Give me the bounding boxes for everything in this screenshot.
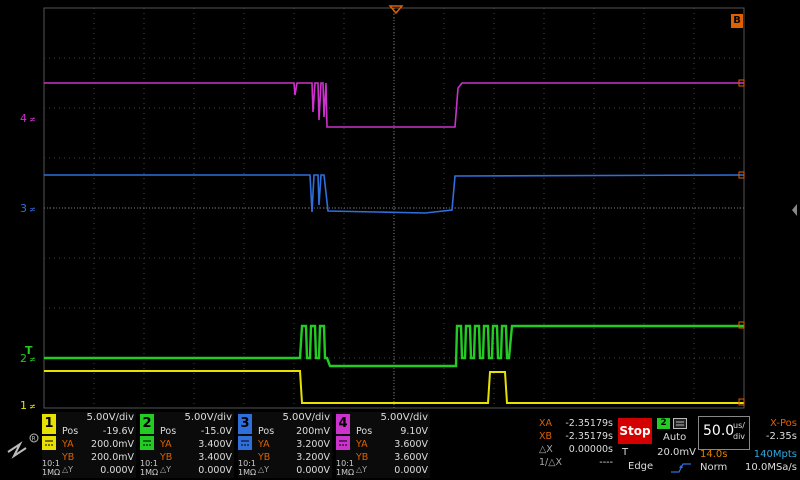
position-row: Pos -15.0V [160,426,232,437]
sample-rate: 10.0MSa/s [745,462,797,473]
svg-text:≠: ≠ [29,115,36,124]
probe-impedance: 10:1 1MΩ [140,459,159,477]
dy-row: △Y 0.000V [258,465,330,476]
run-stop-button[interactable]: Stop [618,418,652,444]
vertical-scale: 5.00V/div [380,412,428,423]
position-row: Pos 200mV [258,426,330,437]
zlg-logo-icon: R [7,433,39,459]
channel-3-info-box[interactable]: 3 5.00V/div Pos 200mV YA 3.200V YB 3.200V △Y 0.00… [238,412,332,478]
cursor-xa-row: XA -2.35179s [539,418,613,429]
timebase-panel[interactable]: 50.0 us/ div X-Pos -2.35s 14.0s 140Mpts … [698,416,798,476]
coupling-icon [238,436,252,450]
b-indicator-badge: B [731,14,743,28]
memory-depth: 140Mpts [753,449,797,460]
position-row: Pos -19.6V [62,426,134,437]
trigger-source-badge: 2 [657,418,670,429]
svg-text:3: 3 [20,202,27,215]
channel-4-marker[interactable]: 4 ≠ [20,112,36,125]
svg-text:≠: ≠ [29,205,36,214]
channel-number-badge: 4 [336,414,350,434]
record-time: 14.0s [700,449,728,460]
yb-row: YB 3.200V [258,452,330,463]
probe-impedance: 10:1 1MΩ [42,459,61,477]
trigger-level-row: T 20.0mV [622,447,696,458]
yb-row: YB 3.400V [160,452,232,463]
channel-number-badge: 1 [42,414,56,434]
probe-impedance: 10:1 1MΩ [336,459,355,477]
coupling-icon [140,436,154,450]
ya-row: YA 3.200V [258,439,330,450]
waveform-display[interactable]: 4 ≠ 3 ≠ 2 ≠ 1 ≠ T [0,0,800,412]
ya-row: YA 3.400V [160,439,232,450]
dy-row: △Y 0.000V [160,465,232,476]
cursor-dx-row: △X 0.00000s [539,444,613,455]
trigger-position-marker[interactable] [388,5,404,15]
coupling-icon [42,436,56,450]
acquisition-mode: Norm [700,462,728,473]
grid-lines [44,8,744,408]
position-row: Pos 9.10V [356,426,428,437]
vertical-scale: 5.00V/div [86,412,134,423]
vertical-scale: 5.00V/div [282,412,330,423]
channel-4-info-box[interactable]: 4 5.00V/div Pos 9.10V YA 3.600V YB 3.600V △Y 0.00… [336,412,430,478]
xpos-label: X-Pos [770,418,797,429]
svg-text:R: R [32,436,36,443]
channel-1-info-box[interactable]: 1 5.00V/div Pos -19.6V YA 200.0mV YB 200.0mV △Y 0… [42,412,136,478]
trigger-mode: Auto [663,432,687,443]
channel-2-info-box[interactable]: 2 5.00V/div Pos -15.0V YA 3.400V YB 3.400V △Y 0.0… [140,412,234,478]
svg-text:4: 4 [20,112,27,125]
timebase-scale-box[interactable]: 50.0 us/ div [698,416,750,450]
ya-row: YA 3.600V [356,439,428,450]
yb-row: YB 200.0mV [62,452,134,463]
dy-row: △Y 0.000V [356,465,428,476]
trigger-level-marker[interactable]: T [25,344,33,357]
yb-row: YB 3.600V [356,452,428,463]
trigger-type-row: Edge [626,461,696,475]
trigger-coupling-icon [673,418,687,429]
vertical-scale: 5.00V/div [184,412,232,423]
coupling-icon [336,436,350,450]
channel-number-badge: 3 [238,414,252,434]
svg-text:≠: ≠ [29,402,36,411]
rising-edge-icon [671,463,691,473]
probe-impedance: 10:1 1MΩ [238,459,257,477]
cursor-xb-row: XB -2.35179s [539,431,613,442]
cursor-inv-row: 1/△X ---- [539,457,613,468]
side-panel-expand-icon[interactable] [789,190,799,230]
ya-row: YA 200.0mV [62,439,134,450]
channel-number-badge: 2 [140,414,154,434]
right-edge-markers [738,79,745,406]
channel-3-marker[interactable]: 3 ≠ [20,202,36,215]
xpos-value: -2.35s [765,431,797,442]
oscilloscope-screen: 4 ≠ 3 ≠ 2 ≠ 1 ≠ T B R 1 5.00V/div Pos -1… [0,0,800,480]
cursor-readout-panel[interactable]: XA -2.35179s XB -2.35179s △X 0.00000s 1/… [537,416,615,476]
dy-row: △Y 0.000V [62,465,134,476]
